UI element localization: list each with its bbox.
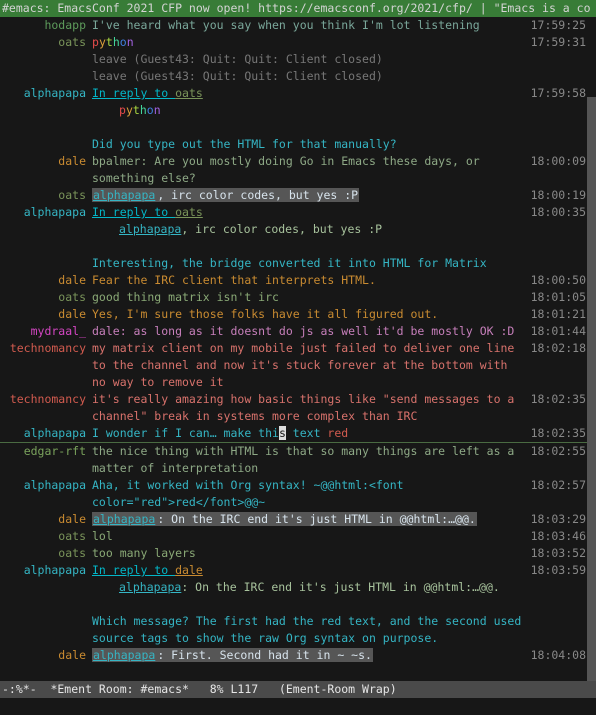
mention-alphapapa[interactable]: alphapapa: [92, 512, 156, 526]
msg-body: Did you type out the HTML for that manua…: [89, 136, 526, 153]
msg-body: alphapapa, irc color codes, but yes :P: [89, 187, 526, 204]
nick-oats: oats: [0, 34, 89, 51]
msg-body: bpalmer: Are you mostly doing Go in Emac…: [89, 153, 526, 187]
msg-body: Which message? The first had the red tex…: [89, 613, 526, 647]
nick-edgar: edgar-rft: [0, 443, 89, 460]
msg-body: dale: as long as it doesnt do js as well…: [89, 323, 526, 340]
code-text: : First. Second had it in ~ ~s.: [156, 648, 373, 662]
nick-dale: dale: [0, 153, 89, 170]
input-line[interactable]: I wonder if I can… make this text red: [89, 425, 526, 442]
nick-alphapapa: alphapapa: [0, 204, 89, 221]
timestamp: 18:03:46: [526, 528, 596, 545]
msg-body: Aha, it worked with Org syntax! ~@@html:…: [89, 477, 526, 511]
system-leave: leave (Guest43: Quit: Quit: Client close…: [89, 51, 526, 68]
timestamp: 18:03:29: [526, 511, 596, 528]
msg-body: In reply to oats: [89, 204, 526, 221]
message-area[interactable]: hodapp I've heard what you say when you …: [0, 17, 596, 681]
nick-alphapapa: alphapapa: [0, 85, 89, 102]
nick-dale: dale: [0, 272, 89, 289]
mention-alphapapa[interactable]: alphapapa: [92, 648, 156, 662]
header-topic: #emacs: EmacsConf 2021 CFP now open! htt…: [0, 0, 596, 17]
nick-alphapapa: alphapapa: [0, 425, 89, 442]
msg-body: Interesting, the bridge converted it int…: [89, 255, 526, 272]
reply-target[interactable]: dale: [175, 563, 203, 577]
nick-technomancy: technomancy: [0, 340, 89, 357]
msg-body: Fear the IRC client that interprets HTML…: [89, 272, 526, 289]
code-text: : On the IRC end it's just HTML in @@htm…: [156, 512, 477, 526]
timestamp: 18:00:09: [526, 153, 596, 170]
nick-hodapp: hodapp: [0, 17, 89, 34]
quoted-body: alphapapa, irc color codes, but yes :P: [89, 221, 526, 238]
nick-alphapapa: alphapapa: [0, 562, 89, 579]
nick-dale: dale: [0, 647, 89, 664]
msg-body: my matrix client on my mobile just faile…: [89, 340, 526, 391]
reply-link[interactable]: In reply to: [92, 86, 175, 100]
mention-alphapapa[interactable]: alphapapa: [92, 188, 156, 202]
timestamp: 17:59:58: [526, 85, 596, 102]
timestamp: 18:01:21: [526, 306, 596, 323]
nick-dale: dale: [0, 306, 89, 323]
timestamp: 18:00:19: [526, 187, 596, 204]
msg-body: lol: [89, 528, 526, 545]
msg-body: Yes, I'm sure those folks have it all fi…: [89, 306, 526, 323]
text-cursor: s: [279, 426, 286, 440]
timestamp: 18:02:18: [526, 340, 596, 357]
nick-oats: oats: [0, 187, 89, 204]
system-leave: leave (Guest43: Quit: Quit: Client close…: [89, 68, 526, 85]
nick-oats: oats: [0, 545, 89, 562]
nick-oats: oats: [0, 528, 89, 545]
reply-link[interactable]: In reply to: [92, 205, 175, 219]
mention-alphapapa[interactable]: alphapapa: [119, 580, 181, 594]
msg-body: too many layers: [89, 545, 526, 562]
timestamp: 18:00:50: [526, 272, 596, 289]
timestamp: 18:02:55: [526, 443, 596, 460]
timestamp: 18:03:52: [526, 545, 596, 562]
python-rainbow: python: [92, 35, 134, 49]
mode-line: -:%*- *Ement Room: #emacs* 8% L117 (Emen…: [0, 681, 596, 698]
timestamp: 18:01:05: [526, 289, 596, 306]
scrollbar[interactable]: [587, 97, 596, 681]
msg-body: In reply to oats: [89, 85, 526, 102]
timestamp: 18:02:35: [526, 425, 596, 442]
nick-alphapapa: alphapapa: [0, 477, 89, 494]
quoted-body: python: [89, 102, 526, 119]
reply-link[interactable]: In reply to: [92, 563, 175, 577]
echo-area[interactable]: [0, 698, 596, 715]
msg-body: I've heard what you say when you think I…: [89, 17, 526, 34]
timestamp: 18:02:57: [526, 477, 596, 494]
msg-body: alphapapa: First. Second had it in ~ ~s.: [89, 647, 526, 664]
python-rainbow: python: [119, 103, 161, 117]
msg-body: python: [89, 34, 526, 51]
nick-mydraal: mydraal_: [0, 323, 89, 340]
msg-body: alphapapa: On the IRC end it's just HTML…: [89, 511, 526, 528]
timestamp: 18:02:35: [526, 391, 596, 408]
timestamp: 18:00:35: [526, 204, 596, 221]
timestamp: 18:04:08: [526, 647, 596, 664]
code-text: , irc color codes, but yes :P: [156, 188, 359, 202]
quoted-body: alphapapa: On the IRC end it's just HTML…: [89, 579, 526, 596]
nick-dale: dale: [0, 511, 89, 528]
nick-oats: oats: [0, 289, 89, 306]
reply-target[interactable]: oats: [175, 86, 203, 100]
msg-body: In reply to dale: [89, 562, 526, 579]
msg-body: it's really amazing how basic things lik…: [89, 391, 526, 425]
timestamp: 17:59:31: [526, 34, 596, 51]
timestamp: 17:59:25: [526, 17, 596, 34]
timestamp: 18:03:59: [526, 562, 596, 579]
msg-body: the nice thing with HTML is that so many…: [89, 443, 526, 477]
msg-body: good thing matrix isn't irc: [89, 289, 526, 306]
mention-alphapapa[interactable]: alphapapa: [119, 222, 181, 236]
reply-target[interactable]: oats: [175, 205, 203, 219]
timestamp: 18:01:44: [526, 323, 596, 340]
nick-technomancy: technomancy: [0, 391, 89, 408]
